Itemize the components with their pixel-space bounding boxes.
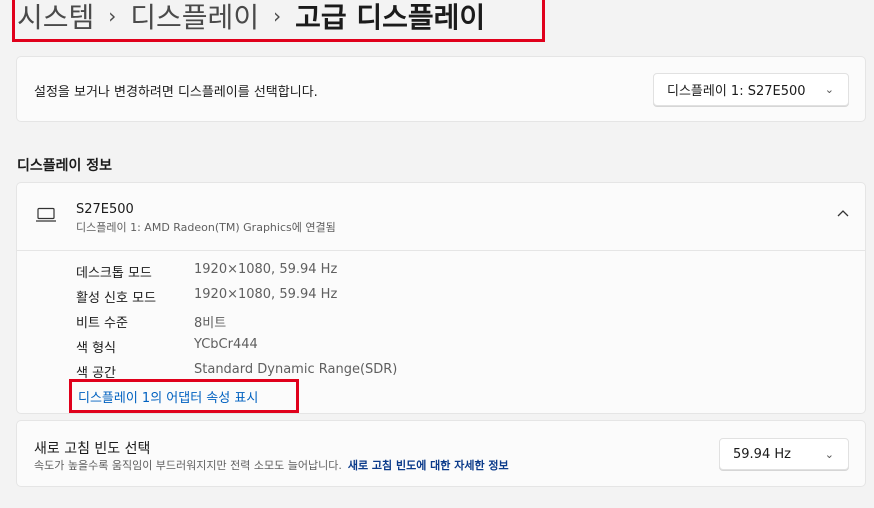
refresh-rate-description: 속도가 높을수록 움직임이 부드러워지지만 전력 소모도 늘어납니다. 새로 고침… (34, 457, 509, 473)
spec-key: 활성 신호 모드 (76, 291, 157, 306)
display-name: S27E500 (76, 202, 134, 217)
display-info-section-title: 디스플레이 정보 (17, 158, 113, 174)
breadcrumb-system[interactable]: 시스템 (17, 0, 94, 36)
refresh-rate-dropdown[interactable]: 59.94 Hz ⌄ (719, 438, 849, 470)
chevron-down-icon: ⌄ (824, 448, 834, 461)
display-select-card: 설정을 보거나 변경하려면 디스플레이를 선택합니다. 디스플레이 1: S27… (16, 56, 866, 122)
chevron-up-icon[interactable] (837, 205, 849, 221)
display-info-card: S27E500 디스플레이 1: AMD Radeon(TM) Graphics… (16, 182, 866, 414)
display-select-dropdown[interactable]: 디스플레이 1: S27E500 ⌄ (653, 73, 849, 106)
refresh-rate-desc-text: 속도가 높을수록 움직임이 부드러워지지만 전력 소모도 늘어납니다. (34, 459, 342, 472)
spec-value: 1920×1080, 59.94 Hz (194, 262, 338, 277)
display-select-label: 설정을 보거나 변경하려면 디스플레이를 선택합니다. (34, 85, 318, 100)
spec-key: 색 형식 (76, 341, 117, 356)
breadcrumb-display[interactable]: 디스플레이 (130, 0, 259, 36)
display-connection: 디스플레이 1: AMD Radeon(TM) Graphics에 연결됨 (76, 221, 336, 234)
laptop-icon (35, 207, 57, 227)
spec-value: 8비트 (194, 316, 227, 331)
refresh-rate-value: 59.94 Hz (733, 446, 791, 462)
display-select-value: 디스플레이 1: S27E500 (667, 84, 806, 99)
page-title: 고급 디스플레이 (295, 0, 486, 34)
breadcrumb-separator-icon: › (108, 3, 117, 28)
refresh-rate-info-link[interactable]: 새로 고침 빈도에 대한 자세한 정보 (348, 459, 509, 472)
display-info-header[interactable]: S27E500 디스플레이 1: AMD Radeon(TM) Graphics… (17, 183, 865, 251)
spec-key: 데스크톱 모드 (76, 266, 152, 281)
chevron-down-icon: ⌄ (824, 83, 834, 96)
breadcrumb-separator-icon: › (273, 3, 282, 28)
spec-value: 1920×1080, 59.94 Hz (194, 287, 338, 302)
breadcrumb: 시스템 › 디스플레이 › 고급 디스플레이 (12, 0, 545, 42)
refresh-rate-title: 새로 고침 빈도 선택 (34, 441, 151, 457)
spec-key: 비트 수준 (76, 316, 128, 331)
spec-value: Standard Dynamic Range(SDR) (194, 362, 398, 377)
spec-value: YCbCr444 (194, 337, 258, 352)
adapter-properties-link[interactable]: 디스플레이 1의 어댑터 속성 표시 (69, 379, 299, 413)
refresh-rate-card: 새로 고침 빈도 선택 속도가 높을수록 움직임이 부드러워지지만 전력 소모도… (16, 420, 866, 487)
